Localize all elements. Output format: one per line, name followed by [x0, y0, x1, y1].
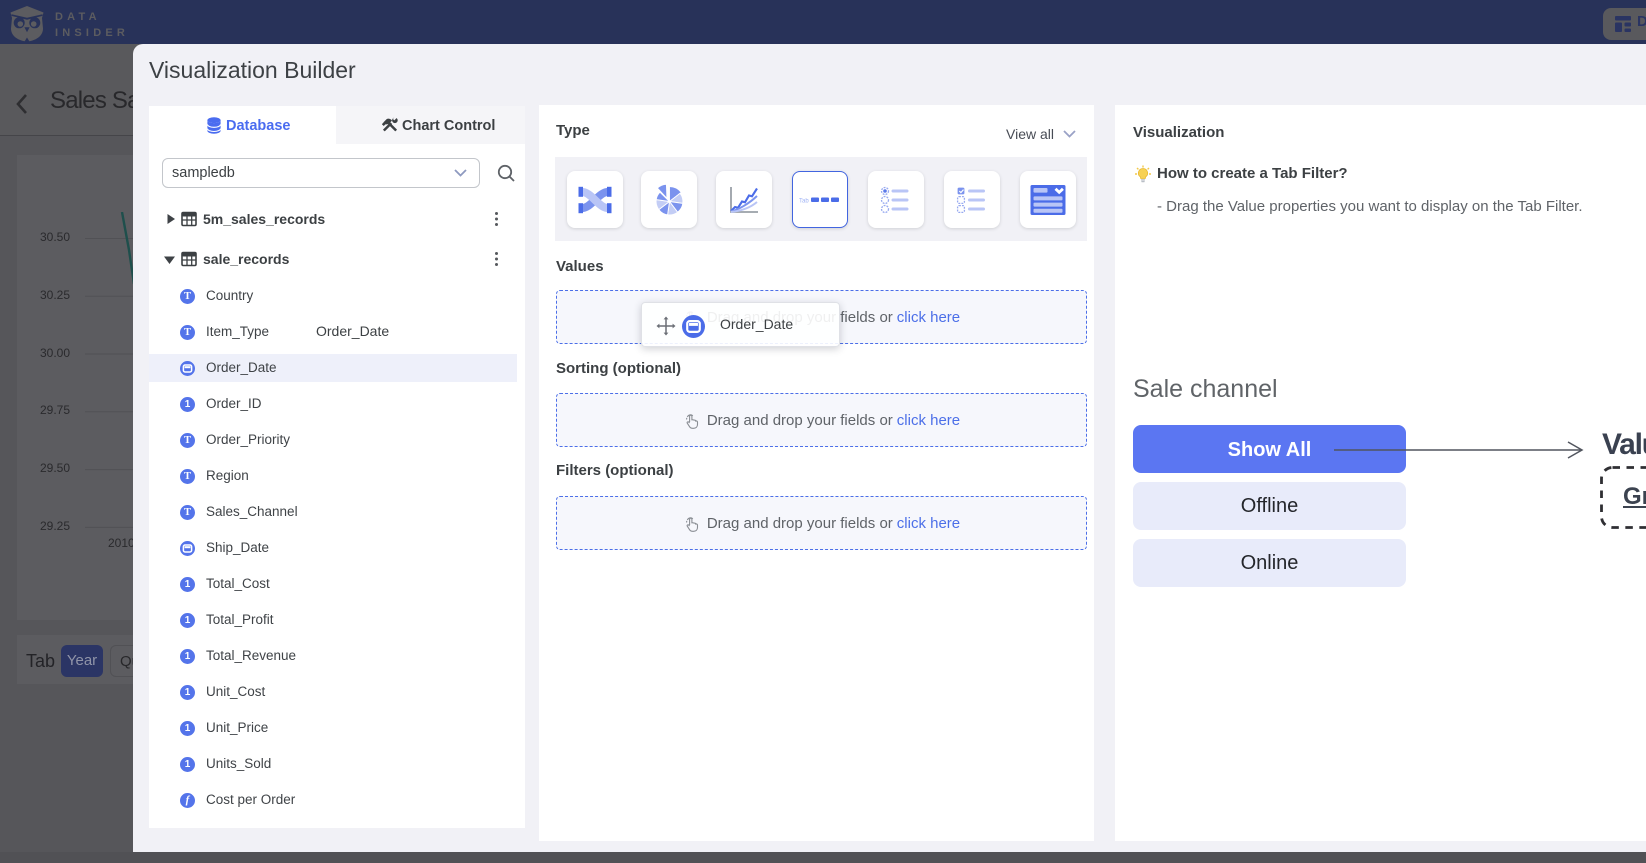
svg-text:Tab: Tab [799, 198, 809, 204]
